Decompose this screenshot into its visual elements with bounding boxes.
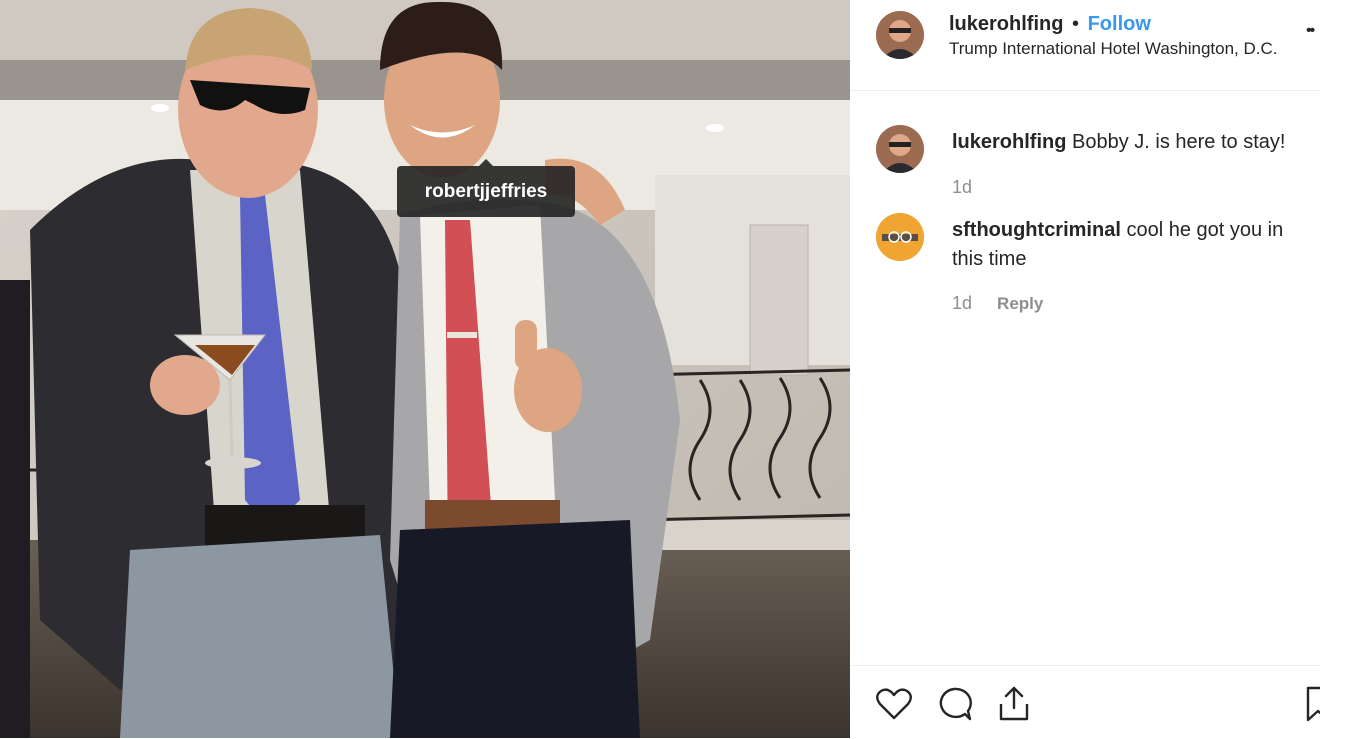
comment-icon[interactable] — [934, 684, 974, 724]
comment-text: lukerohlfing Bobby J. is here to stay! — [952, 128, 1314, 157]
comment-username[interactable]: lukerohlfing — [952, 131, 1066, 153]
author-username[interactable]: lukerohlfing — [949, 13, 1063, 35]
post-photo[interactable]: robertjjeffries — [0, 0, 850, 738]
post-side-panel: lukerohlfing • Follow Trump Internationa… — [850, 0, 1320, 738]
user-tag-label: robertjjeffries — [424, 180, 548, 202]
action-bar — [850, 665, 1320, 739]
commenter-avatar[interactable] — [876, 125, 924, 173]
follow-button[interactable]: Follow — [1088, 13, 1151, 35]
comment-body: Bobby J. is here to stay! — [1072, 131, 1286, 153]
photo-illustration — [0, 0, 850, 738]
post-header: lukerohlfing • Follow Trump Internationa… — [850, 0, 1320, 91]
window-edge — [1320, 0, 1362, 738]
comment-time[interactable]: 1d — [952, 177, 972, 197]
author-avatar[interactable] — [876, 11, 924, 59]
comment-meta: 1d — [952, 177, 972, 198]
share-icon[interactable] — [994, 684, 1034, 724]
comment-username[interactable]: sfthoughtcriminal — [952, 219, 1121, 241]
comment-meta: 1d Reply — [952, 293, 1043, 314]
bookmark-icon[interactable] — [1298, 684, 1320, 724]
comment-time[interactable]: 1d — [952, 293, 972, 313]
heart-icon[interactable] — [874, 684, 914, 724]
comment-text: sfthoughtcriminal cool he got you in thi… — [952, 216, 1314, 274]
ellipsis-icon[interactable]: •• — [1306, 22, 1315, 40]
header-line: lukerohlfing • Follow — [949, 13, 1151, 36]
separator-dot: • — [1072, 13, 1080, 35]
comment-item: sfthoughtcriminal cool he got you in thi… — [850, 213, 1320, 323]
reply-button[interactable]: Reply — [997, 294, 1043, 313]
comment-item: lukerohlfing Bobby J. is here to stay! 1… — [850, 125, 1320, 205]
location-link[interactable]: Trump International Hotel Washington, D.… — [949, 39, 1278, 59]
user-tag[interactable]: robertjjeffries — [397, 159, 575, 217]
commenter-avatar[interactable] — [876, 213, 924, 261]
